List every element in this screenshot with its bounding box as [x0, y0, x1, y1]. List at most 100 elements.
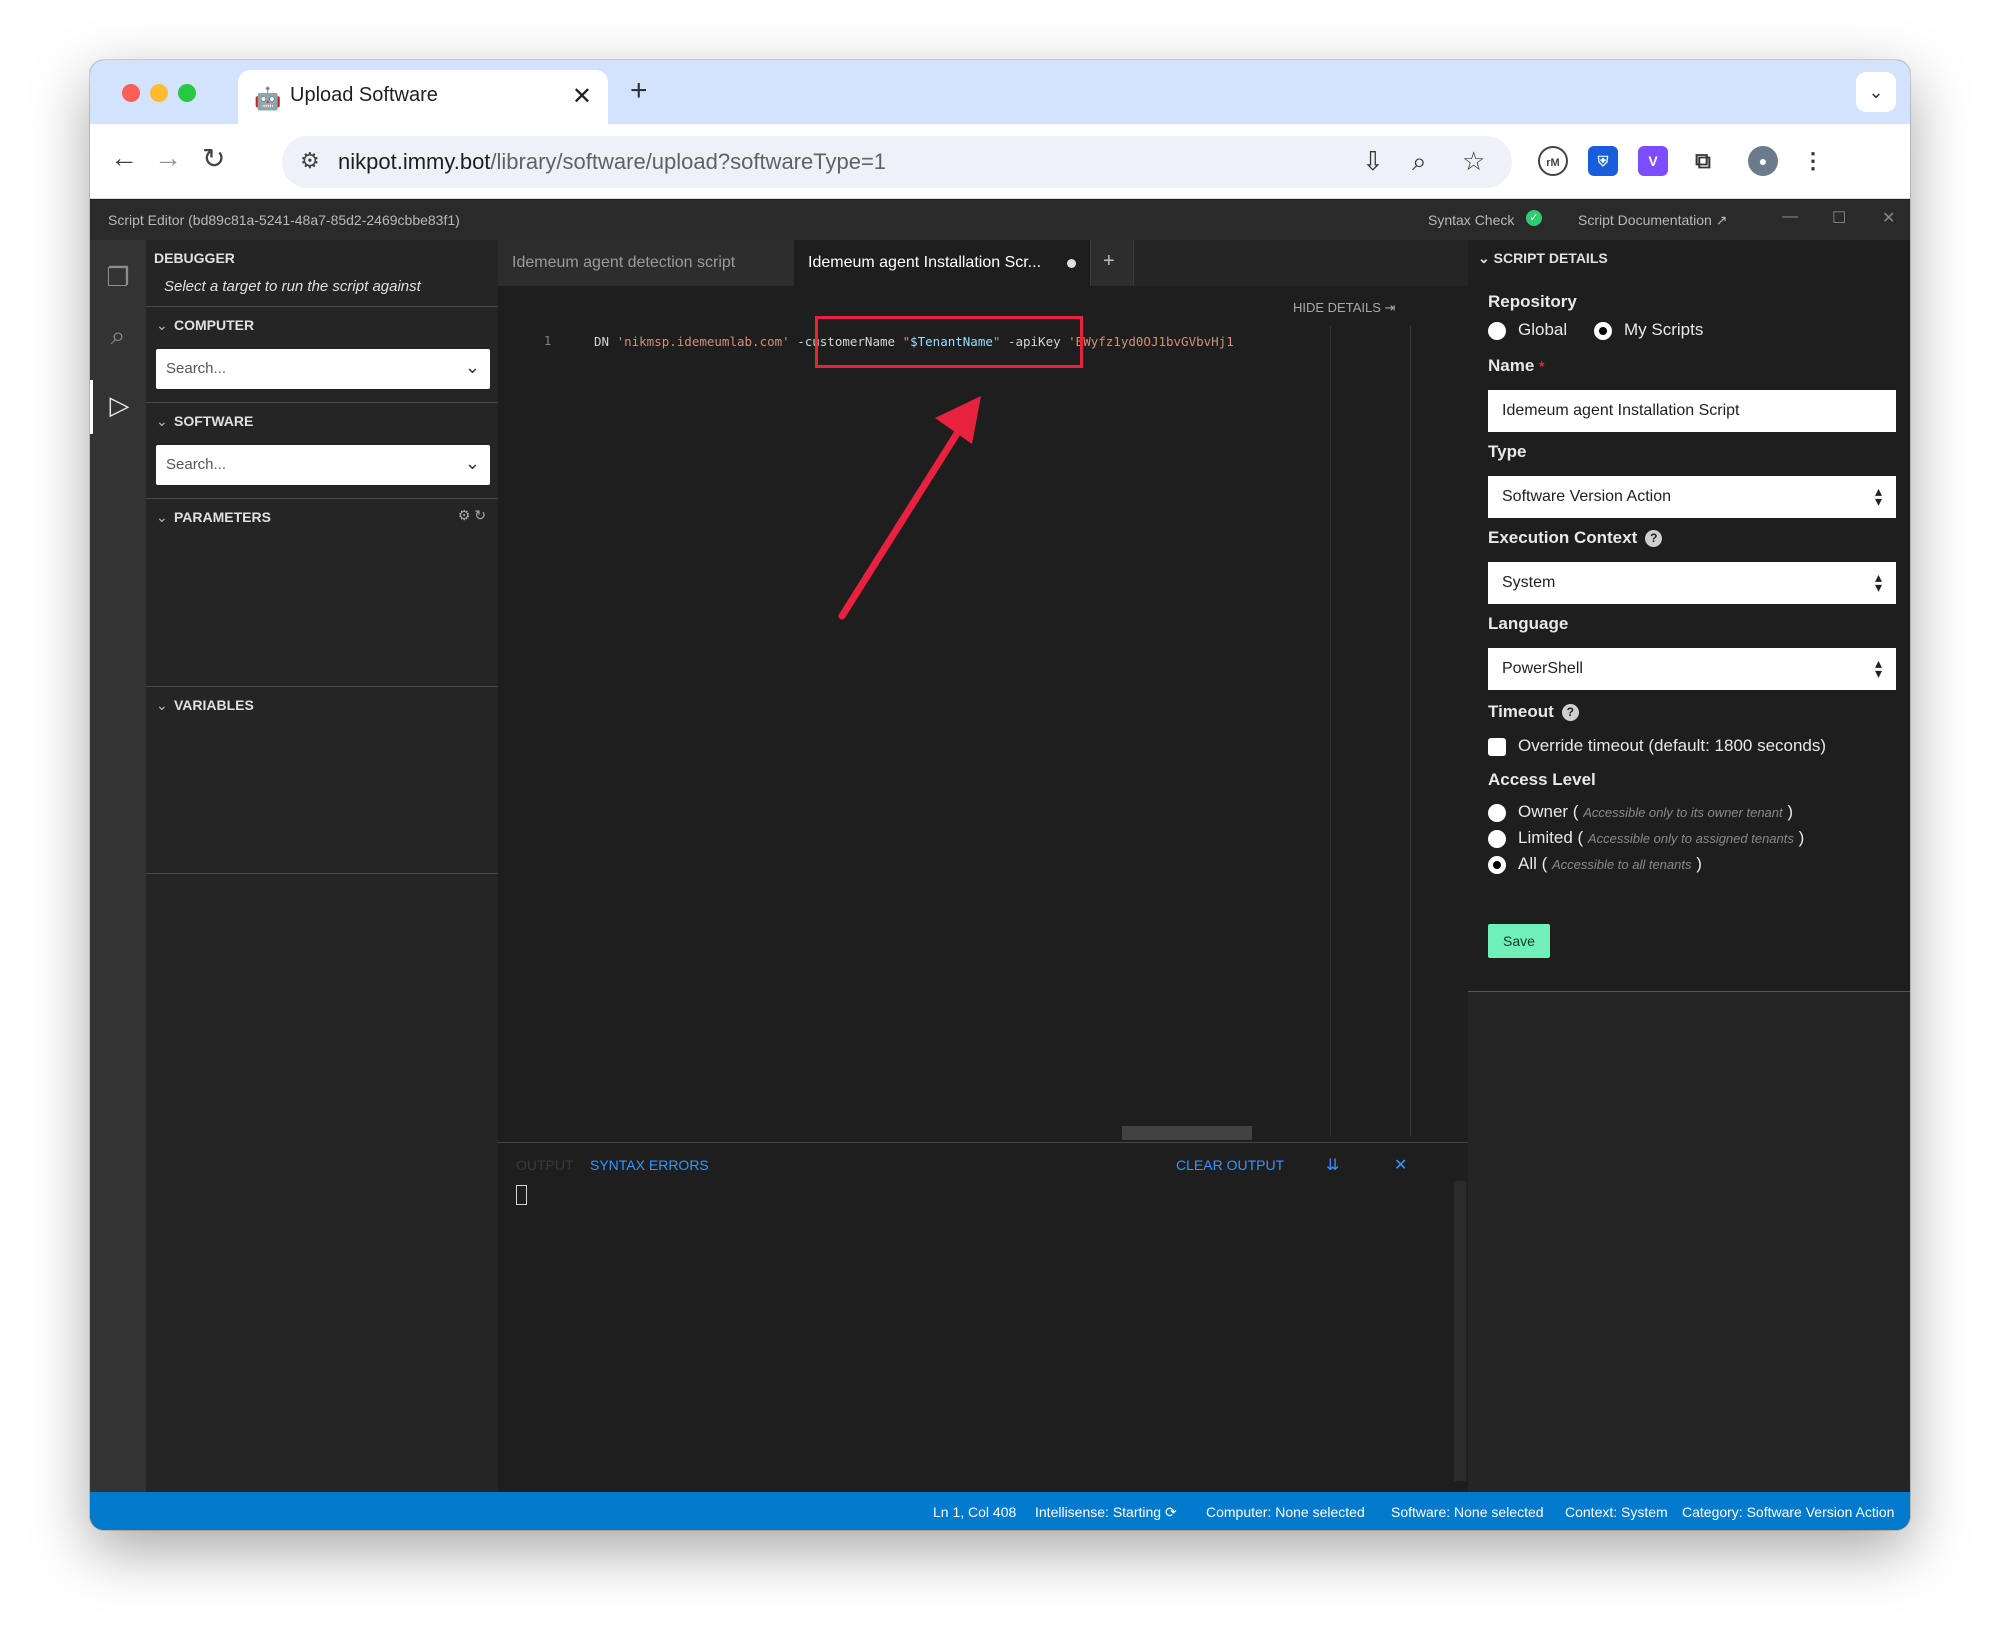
repository-global-radio[interactable]: [1488, 322, 1506, 340]
tab-installation-script[interactable]: Idemeum agent Installation Scr...: [794, 240, 1090, 286]
tab-detection-script[interactable]: Idemeum agent detection script: [498, 240, 794, 286]
bitwarden-shield-icon[interactable]: ⛨: [1588, 146, 1618, 176]
override-timeout-checkbox[interactable]: [1488, 738, 1506, 756]
close-panel-icon[interactable]: ✕: [1394, 1155, 1407, 1175]
profile-avatar[interactable]: ●: [1748, 146, 1778, 176]
access-all-label: All ( Accessible to all tenants ): [1518, 854, 1702, 873]
category-status[interactable]: Category: Software Version Action: [1682, 1504, 1894, 1520]
maximize-window-button[interactable]: [178, 84, 196, 102]
save-button[interactable]: Save: [1488, 924, 1550, 958]
script-details-header[interactable]: ⌄ SCRIPT DETAILS: [1478, 250, 1608, 267]
intellisense-status[interactable]: Intellisense: Starting ⟳: [1035, 1504, 1177, 1521]
parameters-section: ⌄ PARAMETERS ⚙ ↻: [146, 498, 498, 686]
chevron-down-icon: ⌄: [464, 453, 480, 473]
code-editor[interactable]: HIDE DETAILS ⇥ 1 DN 'nikmsp.idemeumlab.c…: [498, 286, 1468, 1206]
url-text[interactable]: nikpot.immy.bot/library/software/upload?…: [338, 149, 886, 175]
name-label: Name *: [1488, 356, 1545, 375]
vertical-scrollbar[interactable]: [1410, 326, 1411, 1136]
scroll-lock-icon[interactable]: ⇊: [1326, 1155, 1339, 1175]
external-link-icon: ↗: [1715, 212, 1728, 228]
clear-output-button[interactable]: CLEAR OUTPUT: [1176, 1157, 1284, 1173]
variables-section: ⌄ VARIABLES: [146, 686, 498, 874]
chevron-down-icon: ⌄: [1478, 250, 1490, 266]
software-search-select[interactable]: Search... ⌄: [156, 445, 490, 485]
computer-section: ⌄ COMPUTER Search... ⌄: [146, 306, 498, 402]
context-status[interactable]: Context: System: [1565, 1504, 1668, 1520]
search-icon[interactable]: ⌕: [102, 320, 134, 352]
script-details-panel: ⌄ SCRIPT DETAILS Repository Global My Sc…: [1468, 240, 1910, 1492]
extension-v-icon[interactable]: V: [1638, 146, 1668, 176]
debugger-panel: DEBUGGER Select a target to run the scri…: [146, 240, 498, 1492]
computer-search-select[interactable]: Search... ⌄: [156, 349, 490, 389]
debugger-header: DEBUGGER: [154, 250, 235, 266]
close-icon[interactable]: ✕: [1882, 208, 1895, 228]
terminal-cursor: [516, 1185, 527, 1205]
browser-tab-title: Upload Software: [290, 84, 438, 106]
minimize-window-button[interactable]: [150, 84, 168, 102]
repository-my-scripts-label: My Scripts: [1624, 320, 1704, 339]
back-arrow-icon[interactable]: ←: [110, 142, 138, 174]
sync-icon: ⟳: [1164, 1504, 1177, 1520]
cursor-position[interactable]: Ln 1, Col 408: [933, 1504, 1016, 1520]
site-settings-icon[interactable]: ⚙: [300, 148, 320, 174]
help-icon[interactable]: ?: [1645, 530, 1663, 547]
new-tab-button[interactable]: +: [630, 74, 648, 108]
chevron-down-icon: ⌄: [156, 317, 168, 333]
zoom-icon[interactable]: ⌕: [1412, 146, 1427, 178]
computer-section-toggle[interactable]: ⌄ COMPUTER: [156, 317, 254, 334]
help-icon[interactable]: ?: [1561, 704, 1579, 721]
browser-tab[interactable]: 🤖 Upload Software ✕: [238, 70, 608, 124]
install-app-icon[interactable]: ⇩: [1362, 146, 1384, 177]
line-number: 1: [544, 334, 552, 348]
computer-status[interactable]: Computer: None selected: [1206, 1504, 1365, 1520]
script-details-form: ⌄ SCRIPT DETAILS Repository Global My Sc…: [1468, 240, 1910, 992]
software-status[interactable]: Software: None selected: [1391, 1504, 1544, 1520]
collapse-right-icon: ⇥: [1384, 300, 1396, 315]
horizontal-scrollbar[interactable]: [1122, 1126, 1252, 1140]
settings-gear-icon[interactable]: ⚙: [458, 507, 471, 523]
files-icon[interactable]: ❐: [102, 262, 134, 294]
refresh-icon[interactable]: ↻: [474, 507, 486, 523]
run-debug-icon[interactable]: ▷: [90, 380, 146, 434]
access-level-label: Access Level: [1488, 770, 1596, 789]
language-select[interactable]: PowerShell ▴ ▾: [1488, 648, 1896, 690]
variables-section-toggle[interactable]: ⌄ VARIABLES: [156, 697, 254, 714]
type-select[interactable]: Software Version Action ▴ ▾: [1488, 476, 1896, 518]
repository-my-scripts-radio[interactable]: [1594, 322, 1612, 340]
language-label: Language: [1488, 614, 1569, 633]
hide-details-button[interactable]: HIDE DETAILS ⇥: [1293, 300, 1395, 316]
access-owner-radio[interactable]: [1488, 804, 1506, 822]
extensions-puzzle-icon[interactable]: ⧉: [1688, 146, 1718, 176]
extension-rm-icon[interactable]: rM: [1538, 146, 1568, 176]
parameters-section-toggle[interactable]: ⌄ PARAMETERS: [156, 509, 271, 526]
tab-search-chevron-icon[interactable]: ⌄: [1856, 72, 1896, 112]
close-tab-icon[interactable]: ✕: [572, 82, 592, 111]
minimap-divider: [1330, 326, 1331, 1136]
status-bar: Ln 1, Col 408 Intellisense: Starting ⟳ C…: [90, 1492, 1910, 1530]
forward-arrow-icon[interactable]: →: [154, 142, 182, 174]
reload-icon[interactable]: ↻: [202, 142, 225, 175]
select-arrows-icon: ▴ ▾: [1874, 569, 1882, 595]
tab-output[interactable]: OUTPUT: [516, 1157, 574, 1173]
syntax-check-button[interactable]: Syntax Check: [1428, 212, 1514, 228]
bookmark-star-icon[interactable]: ☆: [1462, 146, 1485, 177]
activity-bar: ❐ ⌕ ▷: [90, 240, 146, 1492]
software-section-toggle[interactable]: ⌄ SOFTWARE: [156, 413, 253, 430]
output-panel: OUTPUT SYNTAX ERRORS CLEAR OUTPUT ⇊ ✕: [498, 1142, 1468, 1492]
add-tab-button[interactable]: +: [1090, 240, 1134, 286]
minimize-icon[interactable]: —: [1782, 208, 1798, 226]
annotation-highlight-box: [815, 316, 1083, 368]
browser-menu-icon[interactable]: ⋮: [1798, 146, 1828, 176]
script-documentation-link[interactable]: Script Documentation ↗: [1578, 212, 1727, 229]
browser-toolbar: ← → ↻ ⚙ nikpot.immy.bot/library/software…: [90, 124, 1910, 199]
maximize-icon[interactable]: ☐: [1832, 208, 1846, 228]
name-input[interactable]: Idemeum agent Installation Script: [1488, 390, 1896, 432]
tab-syntax-errors[interactable]: SYNTAX ERRORS: [590, 1157, 709, 1173]
address-bar[interactable]: ⚙ nikpot.immy.bot/library/software/uploa…: [282, 136, 1512, 188]
access-limited-radio[interactable]: [1488, 830, 1506, 848]
browser-window: 🤖 Upload Software ✕ + ⌄ ← → ↻ ⚙ nikpot.i…: [90, 60, 1910, 1530]
close-window-button[interactable]: [122, 84, 140, 102]
access-all-radio[interactable]: [1488, 856, 1506, 874]
execution-context-select[interactable]: System ▴ ▾: [1488, 562, 1896, 604]
output-scrollbar[interactable]: [1454, 1181, 1466, 1481]
